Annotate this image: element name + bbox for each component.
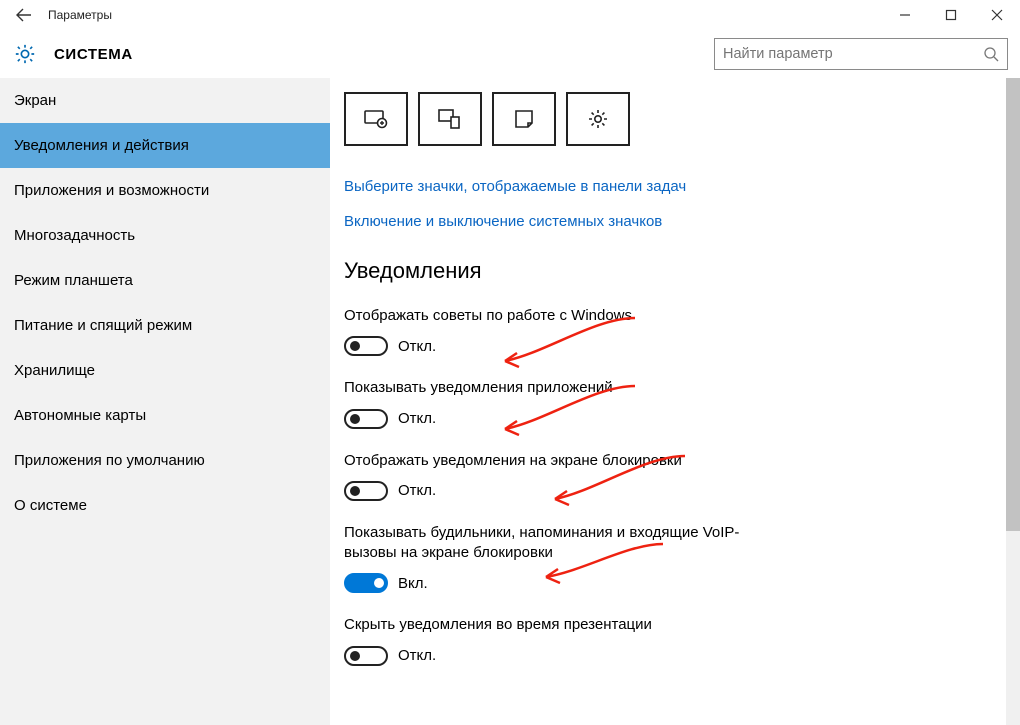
sidebar-item-power-sleep[interactable]: Питание и спящий режим [0,303,330,348]
titlebar: Параметры [0,0,1020,30]
minimize-button[interactable] [882,0,928,30]
content-area: Выберите значки, отображаемые в панели з… [330,78,1020,725]
maximize-button[interactable] [928,0,974,30]
sidebar-item-tablet-mode[interactable]: Режим планшета [0,258,330,303]
setting-label: Скрыть уведомления во время презентации [344,615,774,635]
toggle-lock-screen-notifications[interactable] [344,481,388,501]
sidebar: Экран Уведомления и действия Приложения … [0,78,330,725]
sidebar-item-storage[interactable]: Хранилище [0,348,330,393]
back-button[interactable] [0,0,48,30]
setting-app-notifications: Показывать уведомления приложений Откл. [344,378,774,428]
scrollbar-thumb[interactable] [1006,78,1020,531]
setting-label: Отображать уведомления на экране блокиро… [344,451,774,471]
quick-action-note-icon[interactable] [492,92,556,146]
toggle-state: Вкл. [398,575,428,592]
setting-lock-screen-notifications: Отображать уведомления на экране блокиро… [344,451,774,501]
setting-hide-during-presentation: Скрыть уведомления во время презентации … [344,615,774,665]
toggle-state: Откл. [398,338,436,355]
scrollbar[interactable] [1006,78,1020,725]
quick-action-connect-icon[interactable] [418,92,482,146]
sidebar-item-display[interactable]: Экран [0,78,330,123]
link-system-icons[interactable]: Включение и выключение системных значков [344,213,1006,230]
setting-windows-tips: Отображать советы по работе с Windows От… [344,306,774,356]
quick-actions-row [344,92,1006,146]
quick-action-settings-icon[interactable] [566,92,630,146]
window-controls [882,0,1020,30]
gear-icon [14,43,36,65]
toggle-state: Откл. [398,647,436,664]
window-title: Параметры [48,8,112,22]
sidebar-item-offline-maps[interactable]: Автономные карты [0,393,330,438]
search-input[interactable] [715,46,975,62]
toggle-app-notifications[interactable] [344,409,388,429]
setting-label: Показывать уведомления приложений [344,378,774,398]
setting-label: Отображать советы по работе с Windows [344,306,774,326]
sidebar-item-about[interactable]: О системе [0,483,330,528]
header: СИСТЕМА [0,30,1020,78]
toggle-state: Откл. [398,482,436,499]
search-icon[interactable] [975,46,1007,62]
setting-alarms-reminders-voip: Показывать будильники, напоминания и вхо… [344,523,774,594]
sidebar-item-multitasking[interactable]: Многозадачность [0,213,330,258]
close-button[interactable] [974,0,1020,30]
notifications-heading: Уведомления [344,258,1006,284]
quick-action-tablet-icon[interactable] [344,92,408,146]
sidebar-item-apps-features[interactable]: Приложения и возможности [0,168,330,213]
toggle-alarms-reminders-voip[interactable] [344,573,388,593]
toggle-state: Откл. [398,410,436,427]
search-box[interactable] [714,38,1008,70]
section-title: СИСТЕМА [54,46,133,63]
setting-label: Показывать будильники, напоминания и вхо… [344,523,774,564]
link-taskbar-icons[interactable]: Выберите значки, отображаемые в панели з… [344,178,1006,195]
sidebar-item-default-apps[interactable]: Приложения по умолчанию [0,438,330,483]
toggle-windows-tips[interactable] [344,336,388,356]
toggle-hide-during-presentation[interactable] [344,646,388,666]
sidebar-item-notifications[interactable]: Уведомления и действия [0,123,330,168]
